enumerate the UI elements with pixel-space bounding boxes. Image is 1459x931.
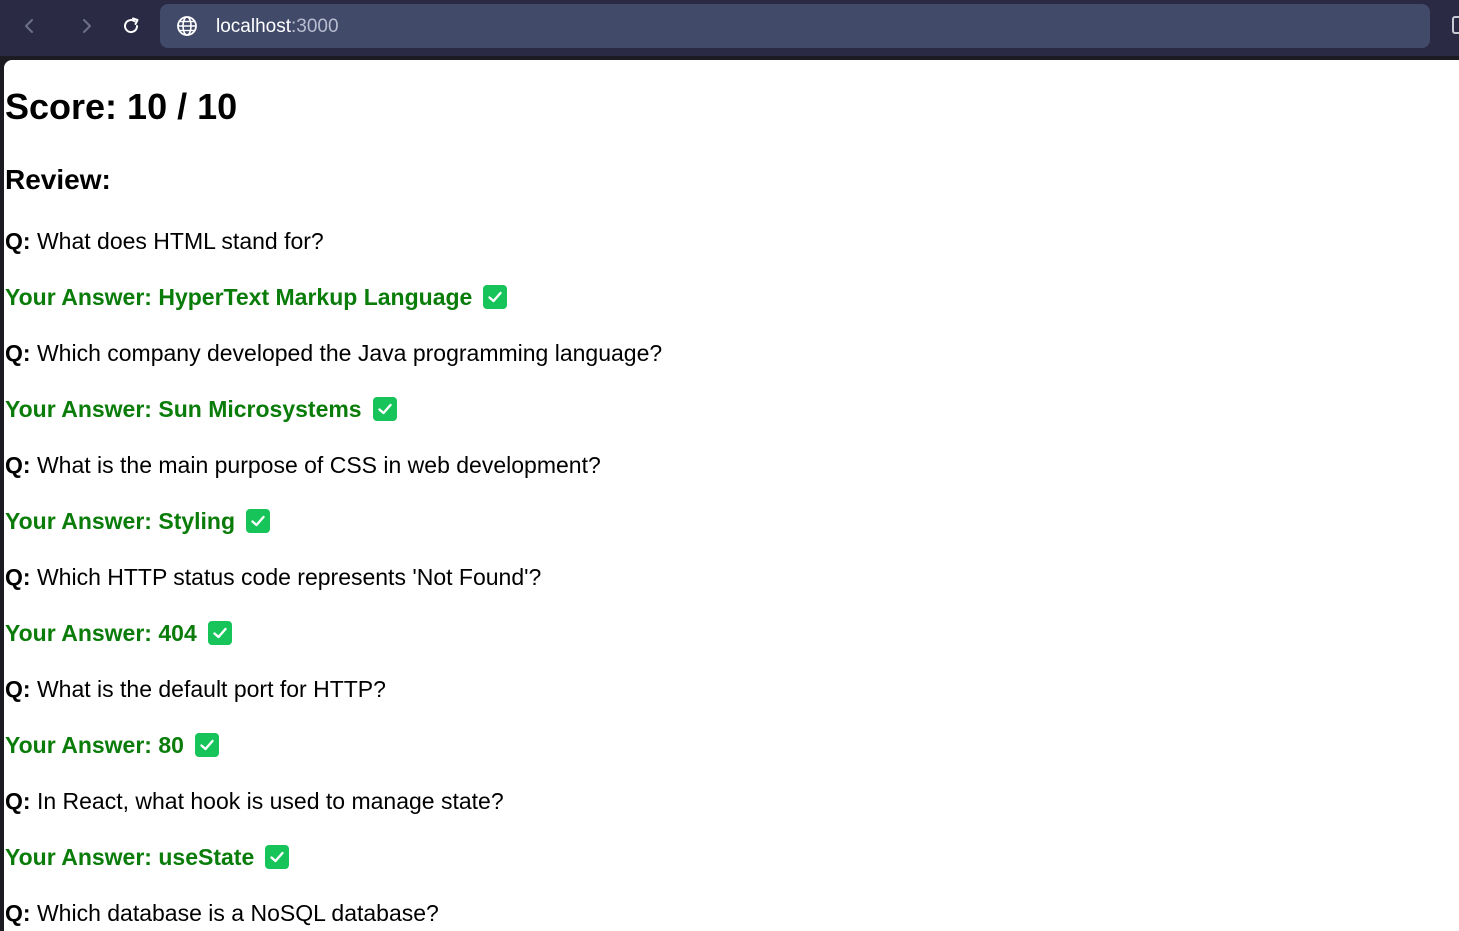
address-bar[interactable]: localhost:3000 bbox=[160, 4, 1430, 48]
review-answer: Your Answer: Sun Microsystems bbox=[5, 394, 397, 424]
question-text: What does HTML stand for? bbox=[30, 228, 324, 254]
question-text: Which database is a NoSQL database? bbox=[30, 900, 439, 926]
checkmark-icon bbox=[246, 509, 271, 533]
review-question: Q: Which database is a NoSQL database? bbox=[5, 898, 439, 928]
review-answer: Your Answer: 404 bbox=[5, 618, 232, 648]
review-question: Q: Which HTTP status code represents 'No… bbox=[5, 562, 541, 592]
question-text: Which company developed the Java program… bbox=[30, 340, 663, 366]
checkmark-icon bbox=[483, 285, 508, 309]
review-answer: Your Answer: useState bbox=[5, 842, 290, 872]
answer-text: Sun Microsystems bbox=[151, 396, 362, 422]
question-prefix: Q: bbox=[5, 788, 31, 814]
answer-text: 404 bbox=[151, 620, 197, 646]
question-prefix: Q: bbox=[5, 340, 31, 366]
url-host: localhost bbox=[216, 16, 291, 37]
checkmark-icon bbox=[372, 397, 397, 421]
checkmark-icon bbox=[194, 733, 219, 757]
answer-text: HyperText Markup Language bbox=[151, 284, 473, 310]
reload-button[interactable] bbox=[113, 8, 149, 44]
review-answer: Your Answer: HyperText Markup Language bbox=[5, 282, 508, 312]
sidebar-toggle-icon[interactable] bbox=[1452, 16, 1459, 34]
review-question: Q: What is the main purpose of CSS in we… bbox=[5, 450, 601, 480]
url-port: :3000 bbox=[291, 16, 339, 37]
forward-button[interactable] bbox=[68, 8, 104, 44]
question-text: What is the default port for HTTP? bbox=[30, 676, 386, 702]
checkmark-icon bbox=[207, 621, 232, 645]
review-answer: Your Answer: Styling bbox=[5, 506, 271, 536]
question-text: In React, what hook is used to manage st… bbox=[30, 788, 504, 814]
forward-arrow-icon bbox=[83, 19, 91, 33]
page-content: Score: 10 / 10 Review: Q: What does HTML… bbox=[4, 60, 1459, 931]
browser-toolbar: localhost:3000 bbox=[0, 0, 1459, 56]
answer-text: useState bbox=[151, 844, 255, 870]
question-prefix: Q: bbox=[5, 228, 31, 254]
question-text: What is the main purpose of CSS in web d… bbox=[30, 452, 601, 478]
url-text: localhost:3000 bbox=[216, 16, 339, 38]
back-arrow-icon bbox=[25, 19, 33, 33]
question-prefix: Q: bbox=[5, 564, 31, 590]
score-heading: Score: 10 / 10 bbox=[5, 86, 238, 127]
answer-text: Styling bbox=[151, 508, 236, 534]
globe-icon bbox=[177, 16, 197, 36]
question-prefix: Q: bbox=[5, 900, 31, 926]
review-heading: Review: bbox=[5, 164, 111, 195]
question-prefix: Q: bbox=[5, 452, 31, 478]
answer-prefix: Your Answer: bbox=[5, 844, 152, 870]
checkmark-icon bbox=[265, 845, 290, 869]
answer-prefix: Your Answer: bbox=[5, 284, 152, 310]
question-prefix: Q: bbox=[5, 676, 31, 702]
review-question: Q: What is the default port for HTTP? bbox=[5, 674, 386, 704]
review-question: Q: What does HTML stand for? bbox=[5, 226, 324, 256]
answer-prefix: Your Answer: bbox=[5, 396, 152, 422]
answer-prefix: Your Answer: bbox=[5, 732, 152, 758]
answer-text: 80 bbox=[151, 732, 184, 758]
review-question: Q: Which company developed the Java prog… bbox=[5, 338, 662, 368]
review-question: Q: In React, what hook is used to manage… bbox=[5, 786, 504, 816]
review-answer: Your Answer: 80 bbox=[5, 730, 219, 760]
question-text: Which HTTP status code represents 'Not F… bbox=[30, 564, 542, 590]
back-button[interactable] bbox=[12, 8, 48, 44]
answer-prefix: Your Answer: bbox=[5, 620, 152, 646]
reload-icon bbox=[124, 17, 139, 34]
answer-prefix: Your Answer: bbox=[5, 508, 152, 534]
